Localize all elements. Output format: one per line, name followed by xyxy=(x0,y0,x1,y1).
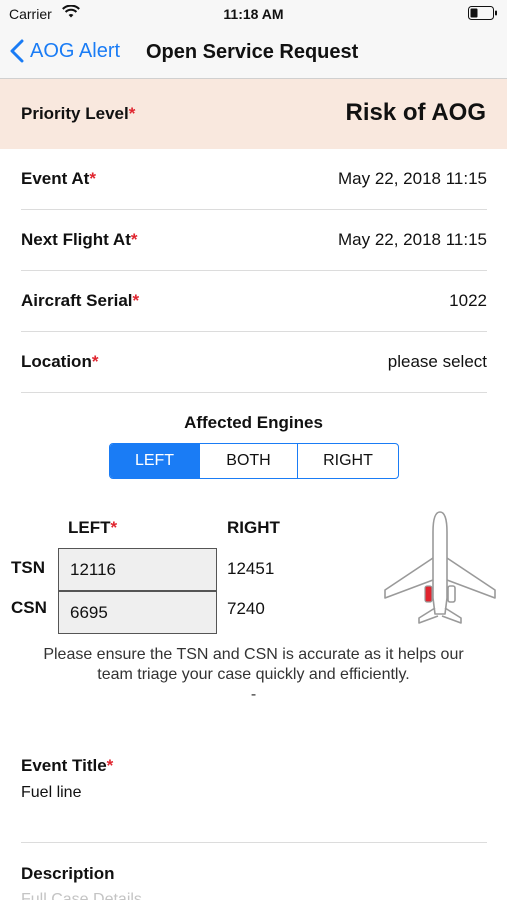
right-column-header: RIGHT xyxy=(227,518,280,537)
note-text: Please ensure the TSN and CSN is accurat… xyxy=(43,646,464,683)
divider xyxy=(21,842,487,843)
battery-icon xyxy=(468,6,498,20)
csn-right-value: 7240 xyxy=(227,599,265,618)
segment-both[interactable]: BOTH xyxy=(200,444,298,478)
required-marker: * xyxy=(89,169,96,188)
page-title: Open Service Request xyxy=(146,41,359,63)
required-marker: * xyxy=(110,518,118,537)
tsn-left-input[interactable]: 12116 xyxy=(58,548,217,591)
aircraft-serial-label: Aircraft Serial* xyxy=(21,291,140,310)
back-button-label: AOG Alert xyxy=(30,39,121,62)
status-bar: Carrier 11:18 AM xyxy=(0,0,507,28)
segment-right[interactable]: RIGHT xyxy=(298,444,398,478)
left-engine-highlight xyxy=(424,585,433,603)
description-label: Description xyxy=(21,864,115,883)
required-marker: * xyxy=(128,104,136,123)
priority-value: Risk of AOG xyxy=(345,99,486,126)
required-marker: * xyxy=(132,291,140,310)
tsn-csn-note: Please ensure the TSN and CSN is accurat… xyxy=(40,645,467,705)
required-marker: * xyxy=(130,230,138,249)
next-flight-at-label: Next Flight At* xyxy=(21,230,138,249)
event-title-input[interactable]: Fuel line xyxy=(21,784,81,802)
affected-engines-title: Affected Engines xyxy=(184,413,323,432)
csn-label: CSN xyxy=(11,598,47,617)
description-input[interactable]: Full Case Details xyxy=(21,891,142,900)
event-at-value: May 22, 2018 11:15 xyxy=(337,169,487,188)
location-value: please select xyxy=(387,352,487,371)
priority-row[interactable]: Priority Level* Risk of AOG xyxy=(0,79,507,149)
required-marker: * xyxy=(91,352,99,371)
chevron-left-icon xyxy=(10,39,24,63)
csn-left-input[interactable]: 6695 xyxy=(58,591,217,634)
navigation-bar: AOG Alert Open Service Request xyxy=(0,28,507,79)
location-label: Location* xyxy=(21,352,99,371)
aircraft-serial-value: 1022 xyxy=(449,291,487,310)
event-at-row[interactable]: Event At* May 22, 2018 11:15 xyxy=(21,149,487,210)
engine-segmented-control: LEFT BOTH RIGHT xyxy=(109,443,399,479)
status-time: 11:18 AM xyxy=(223,6,284,22)
location-row[interactable]: Location* please select xyxy=(21,332,487,393)
required-marker: * xyxy=(106,756,114,775)
aircraft-diagram-icon xyxy=(383,510,497,631)
aircraft-serial-row[interactable]: Aircraft Serial* 1022 xyxy=(21,271,487,332)
tsn-label: TSN xyxy=(11,558,45,577)
segment-left[interactable]: LEFT xyxy=(110,444,200,478)
left-column-header: LEFT* xyxy=(68,518,118,537)
next-flight-at-value: May 22, 2018 11:15 xyxy=(337,230,487,249)
priority-label: Priority Level* xyxy=(21,104,136,123)
next-flight-at-row[interactable]: Next Flight At* May 22, 2018 11:15 xyxy=(21,210,487,271)
back-button[interactable]: AOG Alert xyxy=(10,39,120,63)
event-at-label: Event At* xyxy=(21,169,96,188)
note-dash: - xyxy=(250,686,257,703)
event-title-label: Event Title* xyxy=(21,756,114,775)
tsn-right-value: 12451 xyxy=(227,559,275,578)
